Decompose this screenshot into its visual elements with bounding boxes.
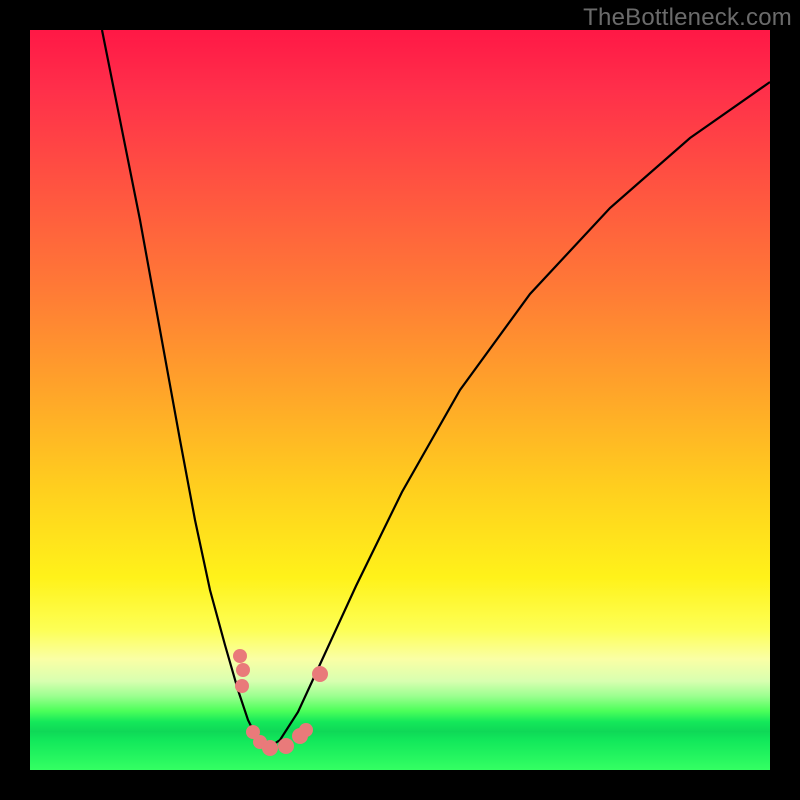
outer-frame: TheBottleneck.com — [0, 0, 800, 800]
chart-svg — [30, 30, 770, 770]
data-point — [236, 663, 250, 677]
left-curve — [102, 30, 268, 748]
data-point — [312, 666, 328, 682]
data-point — [233, 649, 247, 663]
right-curve — [268, 82, 770, 748]
watermark-text: TheBottleneck.com — [583, 4, 792, 32]
plot-area — [30, 30, 770, 770]
data-point — [262, 740, 278, 756]
data-point — [235, 679, 249, 693]
data-point — [278, 738, 294, 754]
data-point — [299, 723, 313, 737]
